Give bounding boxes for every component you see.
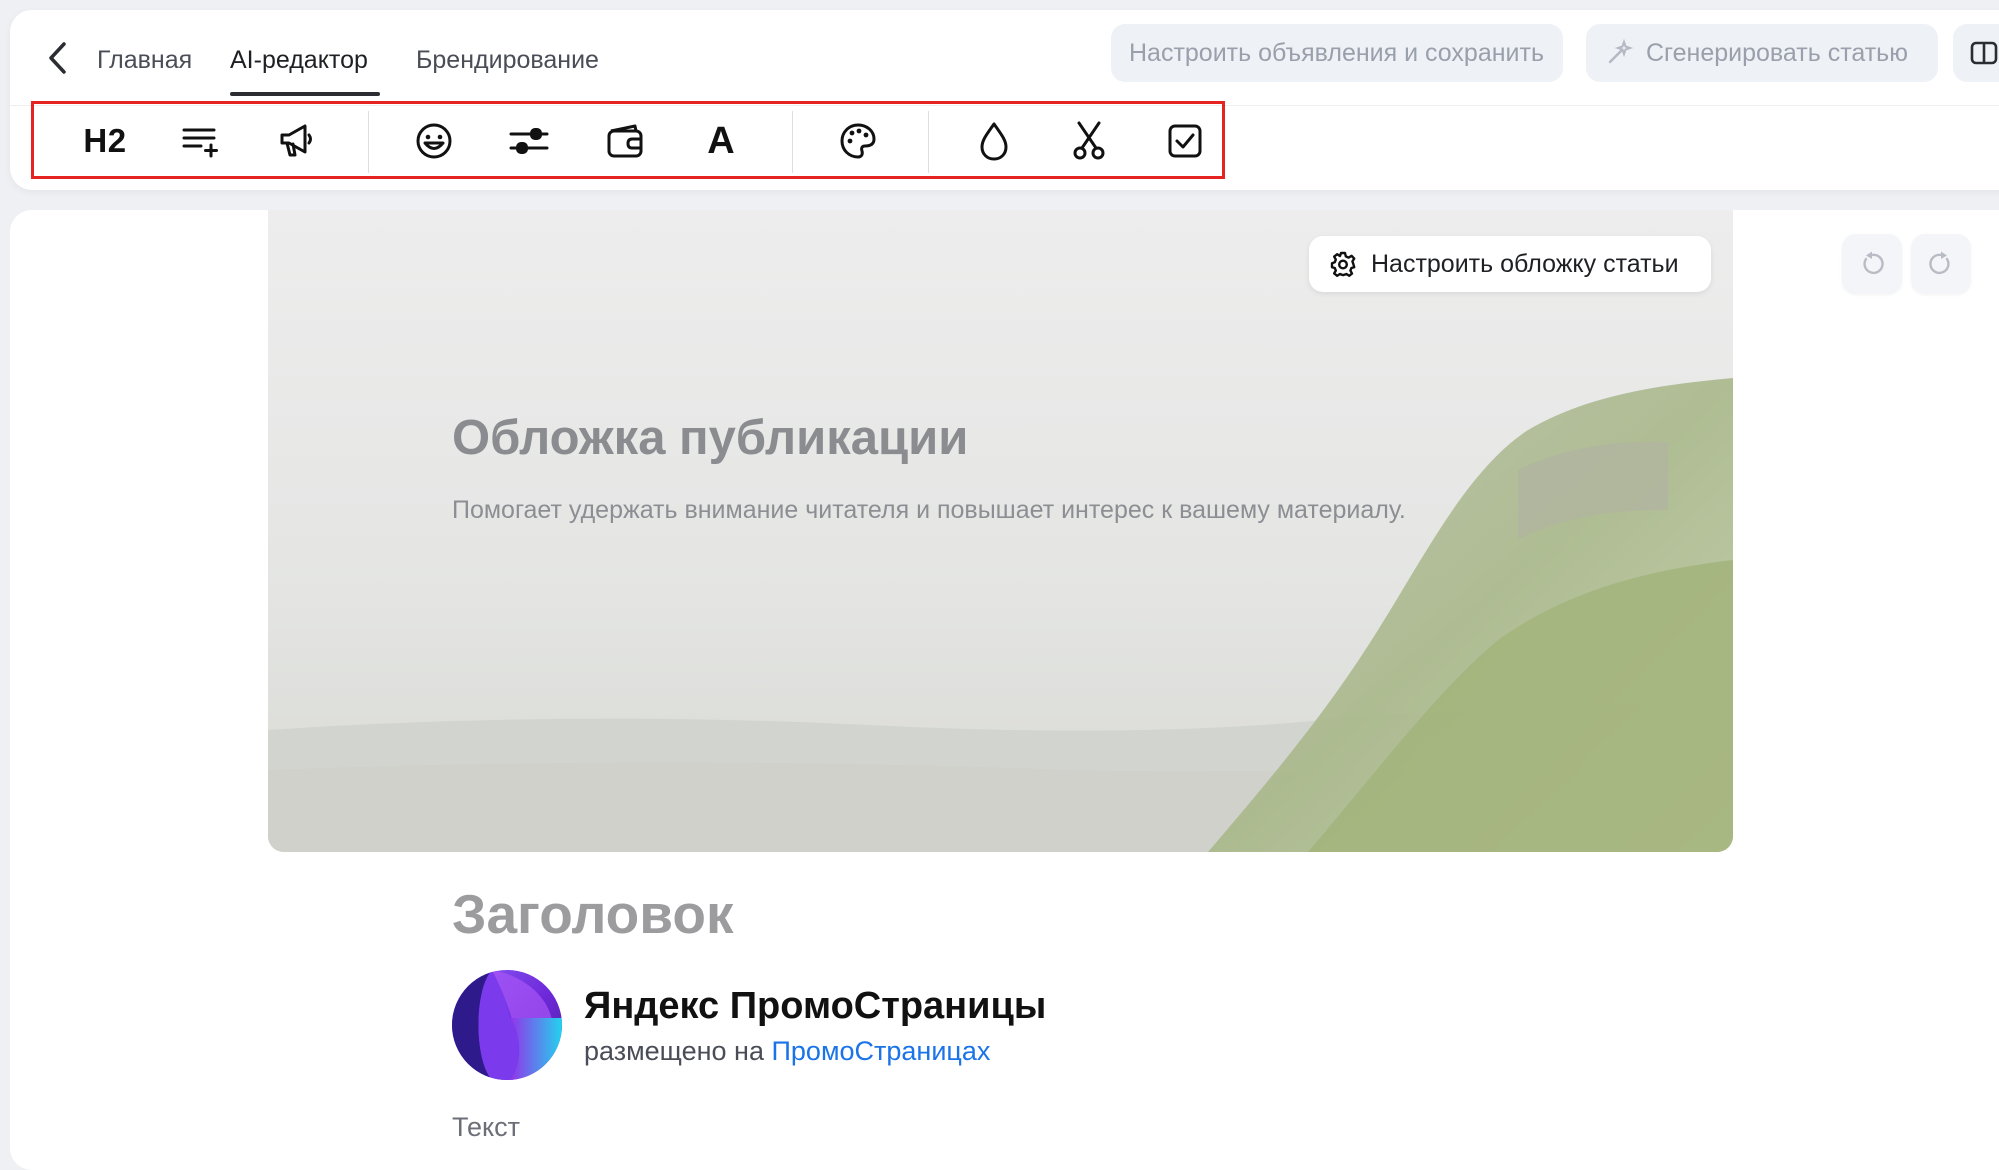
brand-avatar bbox=[452, 970, 562, 1080]
nav-row: Главная AI-редактор Брендирование Настро… bbox=[10, 10, 1999, 106]
article-body-placeholder[interactable]: Текст bbox=[452, 1112, 520, 1143]
author-name: Яндекс ПромоСтраницы bbox=[584, 985, 1047, 1027]
palette-button[interactable] bbox=[818, 101, 898, 181]
cover-title[interactable]: Обложка публикации bbox=[452, 410, 968, 466]
checkbox-icon bbox=[1168, 124, 1202, 158]
palette-icon bbox=[840, 123, 876, 159]
fill-button[interactable] bbox=[954, 101, 1034, 181]
font-button[interactable]: A bbox=[681, 101, 761, 181]
configure-cover-label: Настроить обложку статьи bbox=[1371, 249, 1679, 278]
toolbar-divider bbox=[792, 111, 793, 173]
font-icon: A bbox=[707, 119, 735, 162]
checklist-button[interactable] bbox=[1145, 101, 1225, 181]
heading-h2-button[interactable]: H2 bbox=[65, 101, 145, 181]
generate-article-label: Сгенерировать статью bbox=[1646, 38, 1908, 67]
formatting-toolbar: H2 A bbox=[30, 101, 1230, 181]
tab-ai-editor[interactable]: AI-редактор bbox=[230, 46, 368, 75]
wallet-button[interactable] bbox=[585, 101, 665, 181]
posted-prefix: размещено на bbox=[584, 1036, 764, 1066]
undo-button[interactable] bbox=[1842, 234, 1902, 294]
undo-icon bbox=[1863, 251, 1884, 275]
configure-ads-label: Настроить объявления и сохранить bbox=[1129, 38, 1544, 67]
droplet-icon bbox=[980, 122, 1008, 161]
back-button[interactable] bbox=[36, 36, 80, 80]
active-tab-indicator bbox=[230, 92, 380, 96]
cover-subtitle[interactable]: Помогает удержать внимание читателя и по… bbox=[452, 496, 1406, 525]
posted-on-line: размещено на ПромоСтраницах bbox=[584, 1036, 990, 1067]
cover-image[interactable] bbox=[268, 210, 1733, 852]
redo-icon bbox=[1929, 251, 1950, 275]
sparkle-icon bbox=[1608, 38, 1634, 64]
promopages-link[interactable]: ПромоСтраницах bbox=[772, 1036, 991, 1066]
sidebar-panel-icon bbox=[1970, 41, 1998, 65]
h2-label: H2 bbox=[83, 122, 127, 159]
chevron-left-icon bbox=[49, 42, 66, 74]
toggle-panel-button[interactable] bbox=[1953, 24, 1999, 82]
megaphone-icon bbox=[280, 124, 312, 157]
promopages-logo bbox=[452, 970, 562, 1080]
sliders-icon bbox=[509, 128, 549, 154]
gear-icon bbox=[1330, 251, 1356, 277]
configure-cover-button[interactable]: Настроить обложку статьи bbox=[1309, 236, 1711, 292]
tab-branding[interactable]: Брендирование bbox=[416, 46, 599, 75]
landscape-image bbox=[268, 210, 1733, 852]
configure-ads-button[interactable]: Настроить объявления и сохранить bbox=[1111, 24, 1563, 82]
article-title[interactable]: Заголовок bbox=[452, 882, 733, 946]
toolbar-divider bbox=[928, 111, 929, 173]
add-paragraph-icon bbox=[182, 128, 218, 158]
scissors-icon bbox=[1073, 121, 1105, 160]
settings-sliders-button[interactable] bbox=[489, 101, 569, 181]
emoji-icon bbox=[416, 123, 452, 159]
redo-button[interactable] bbox=[1911, 234, 1971, 294]
emoji-button[interactable] bbox=[394, 101, 474, 181]
promo-block-button[interactable] bbox=[257, 101, 337, 181]
generate-article-button[interactable]: Сгенерировать статью bbox=[1586, 24, 1938, 82]
editor-header: Главная AI-редактор Брендирование Настро… bbox=[10, 10, 1999, 190]
tab-home[interactable]: Главная bbox=[97, 46, 192, 75]
add-paragraph-button[interactable] bbox=[161, 101, 241, 181]
toolbar-divider bbox=[368, 111, 369, 173]
cut-button[interactable] bbox=[1049, 101, 1129, 181]
wallet-icon bbox=[607, 124, 643, 158]
